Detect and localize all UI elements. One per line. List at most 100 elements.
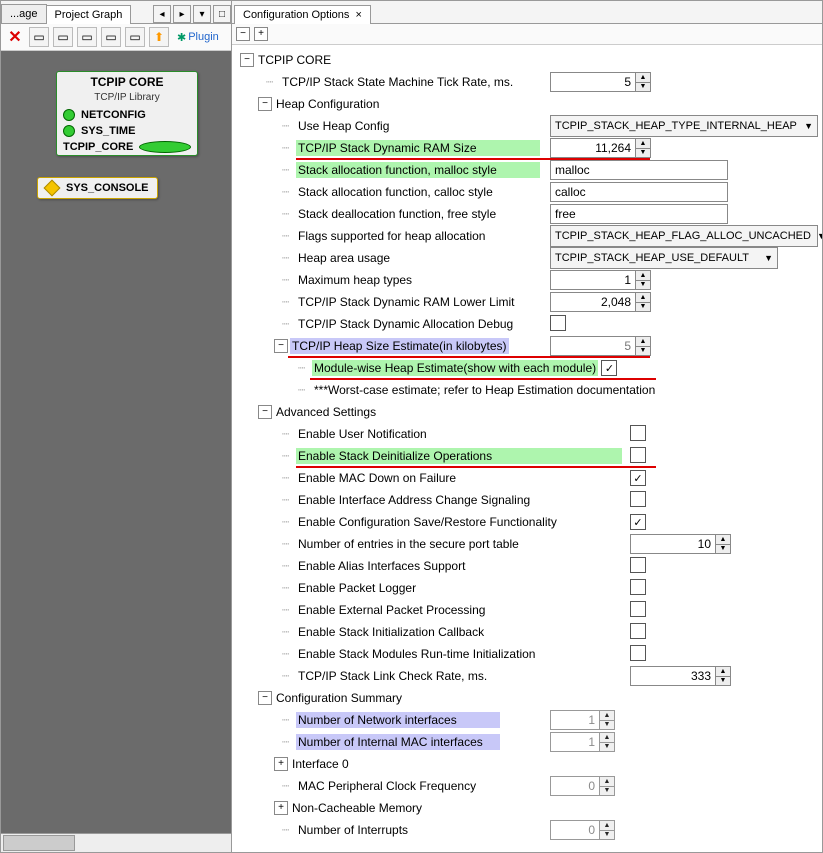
configuration-options-panel: Configuration Options × − + −TCPIP CORE … (232, 1, 822, 852)
num-mac-if-input[interactable]: ▲▼ (550, 732, 615, 752)
expander-icon[interactable]: − (240, 53, 254, 67)
free-label: Stack deallocation function, free style (296, 206, 498, 222)
adv-label: Enable Stack Deinitialize Operations (296, 448, 622, 464)
advanced-settings-node[interactable]: Advanced Settings (274, 404, 378, 420)
secure-port-input[interactable]: ▲▼ (630, 534, 731, 554)
collapse-all-button[interactable]: − (236, 27, 250, 41)
spin-down-icon[interactable]: ▼ (600, 831, 614, 840)
dyn-alloc-debug-checkbox[interactable] (550, 315, 566, 331)
spin-down-icon[interactable]: ▼ (636, 347, 650, 356)
tool-3[interactable]: ▭ (77, 27, 97, 47)
spin-down-icon[interactable]: ▼ (716, 545, 730, 554)
spin-up-icon[interactable]: ▲ (636, 271, 650, 281)
tool-1[interactable]: ▭ (29, 27, 49, 47)
heap-config-node[interactable]: Heap Configuration (274, 96, 381, 112)
adv-checkbox[interactable] (630, 425, 646, 441)
flags-dropdown[interactable]: TCPIP_STACK_HEAP_FLAG_ALLOC_UNCACHED▼ (550, 225, 818, 247)
tab-configuration-options[interactable]: Configuration Options × (234, 5, 371, 24)
tab-project-graph[interactable]: Project Graph (46, 5, 132, 24)
config-summary-node[interactable]: Configuration Summary (274, 690, 404, 706)
adv-checkbox[interactable] (630, 645, 646, 661)
tree-tcpip-core[interactable]: TCPIP CORE (256, 52, 333, 68)
spin-up-icon[interactable]: ▲ (600, 777, 614, 787)
spin-up-icon[interactable]: ▲ (636, 293, 650, 303)
dropdown-icon[interactable]: ▾ (193, 5, 211, 23)
expander-icon[interactable]: − (258, 405, 272, 419)
node-subtitle: TCP/IP Library (57, 92, 197, 107)
spin-up-icon[interactable]: ▲ (600, 733, 614, 743)
spin-down-icon[interactable]: ▼ (600, 721, 614, 730)
scrollbar-thumb[interactable] (3, 835, 75, 851)
heap-size-est-input[interactable]: ▲▼ (550, 336, 651, 356)
adv-checkbox[interactable]: ✓ (630, 514, 646, 530)
diamond-pin-icon[interactable] (44, 180, 61, 197)
adv-checkbox[interactable] (630, 557, 646, 573)
spin-down-icon[interactable]: ▼ (716, 677, 730, 686)
malloc-input[interactable] (550, 160, 728, 180)
worst-case-note: ***Worst-case estimate; refer to Heap Es… (312, 382, 657, 398)
chevron-down-icon: ▼ (811, 231, 822, 241)
module-wise-checkbox[interactable]: ✓ (601, 360, 617, 376)
pin-icon[interactable] (139, 141, 191, 153)
adv-checkbox[interactable] (630, 579, 646, 595)
spin-up-icon[interactable]: ▲ (716, 667, 730, 677)
mac-clock-label: MAC Peripheral Clock Frequency (296, 778, 478, 794)
scroll-right-icon[interactable]: ▸ (173, 5, 191, 23)
expander-icon[interactable]: − (258, 97, 272, 111)
tool-2[interactable]: ▭ (53, 27, 73, 47)
expander-icon[interactable]: + (274, 757, 288, 771)
adv-checkbox[interactable]: ✓ (630, 470, 646, 486)
adv-checkbox[interactable] (630, 491, 646, 507)
scroll-left-icon[interactable]: ◂ (153, 5, 171, 23)
spin-up-icon[interactable]: ▲ (636, 139, 650, 149)
expander-icon[interactable]: − (274, 339, 288, 353)
pin-icon[interactable] (63, 109, 75, 121)
adv-checkbox[interactable] (630, 447, 646, 463)
tab-truncated[interactable]: ...age (1, 4, 47, 23)
plugins-button[interactable]: ✱Plugin (177, 31, 219, 44)
expander-icon[interactable]: − (258, 691, 272, 705)
adv-checkbox[interactable] (630, 601, 646, 617)
ram-lower-limit-input[interactable]: ▲▼ (550, 292, 651, 312)
spin-down-icon[interactable]: ▼ (636, 149, 650, 158)
link-check-input[interactable]: ▲▼ (630, 666, 731, 686)
spin-up-icon[interactable]: ▲ (716, 535, 730, 545)
spin-down-icon[interactable]: ▼ (600, 743, 614, 752)
maximize-icon[interactable]: □ (213, 5, 231, 23)
free-input[interactable] (550, 204, 728, 224)
spin-down-icon[interactable]: ▼ (600, 787, 614, 796)
spin-down-icon[interactable]: ▼ (636, 303, 650, 312)
up-arrow-icon[interactable]: ⬆ (149, 27, 169, 47)
max-heap-types-input[interactable]: ▲▼ (550, 270, 651, 290)
tool-5[interactable]: ▭ (125, 27, 145, 47)
node-tcpip-core[interactable]: TCPIP CORE TCP/IP Library NETCONFIG SYS_… (56, 71, 198, 156)
delete-button[interactable]: ✕ (5, 28, 25, 46)
spin-up-icon[interactable]: ▲ (600, 821, 614, 831)
non-cache-node[interactable]: Non-Cacheable Memory (290, 800, 424, 816)
port-label: SYS_TIME (81, 125, 135, 137)
calloc-input[interactable] (550, 182, 728, 202)
graph-canvas[interactable]: TCPIP CORE TCP/IP Library NETCONFIG SYS_… (1, 51, 231, 833)
interface0-node[interactable]: Interface 0 (290, 756, 351, 772)
mac-clock-input[interactable]: ▲▼ (550, 776, 615, 796)
dyn-ram-size-input[interactable]: ▲▼ (550, 138, 651, 158)
spin-up-icon[interactable]: ▲ (600, 711, 614, 721)
expand-all-button[interactable]: + (254, 27, 268, 41)
pin-icon[interactable] (63, 125, 75, 137)
use-heap-config-dropdown[interactable]: TCPIP_STACK_HEAP_TYPE_INTERNAL_HEAP▼ (550, 115, 818, 137)
adv-checkbox[interactable] (630, 623, 646, 639)
h-scrollbar[interactable] (1, 833, 231, 852)
expander-icon[interactable]: + (274, 801, 288, 815)
node-sys-console[interactable]: SYS_CONSOLE (37, 177, 158, 199)
num-int-input[interactable]: ▲▼ (550, 820, 615, 840)
spin-up-icon[interactable]: ▲ (636, 337, 650, 347)
tick-rate-input[interactable]: ▲▼ (550, 72, 651, 92)
malloc-label: Stack allocation function, malloc style (296, 162, 540, 178)
heap-area-dropdown[interactable]: TCPIP_STACK_HEAP_USE_DEFAULT▼ (550, 247, 778, 269)
ram-lower-limit-label: TCP/IP Stack Dynamic RAM Lower Limit (296, 294, 517, 310)
spin-down-icon[interactable]: ▼ (636, 83, 650, 92)
num-net-if-input[interactable]: ▲▼ (550, 710, 615, 730)
spin-down-icon[interactable]: ▼ (636, 281, 650, 290)
tool-4[interactable]: ▭ (101, 27, 121, 47)
spin-up-icon[interactable]: ▲ (636, 73, 650, 83)
